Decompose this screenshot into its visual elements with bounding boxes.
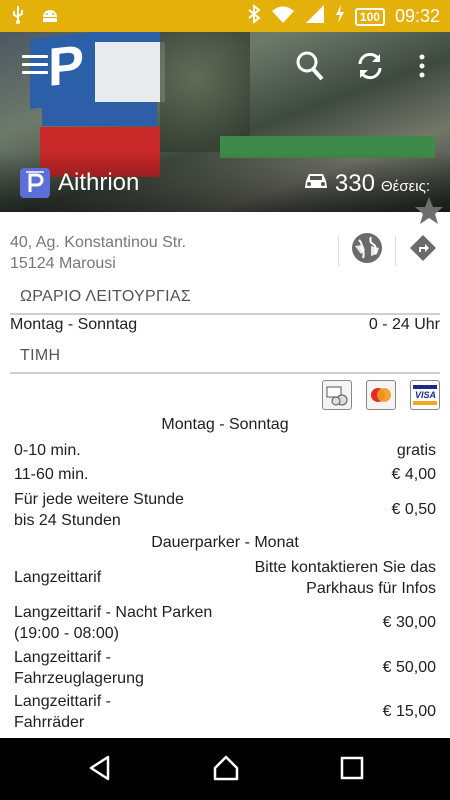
opening-hours: 0 - 24 Uhr xyxy=(368,316,440,333)
price-value: Bitte kontaktieren Sie das xyxy=(254,559,436,576)
price-label-line2: Fahrräder xyxy=(14,714,85,731)
car-icon xyxy=(303,171,329,196)
price-label: Für jede weitere Stunde xyxy=(14,491,184,508)
price-value: € 15,00 xyxy=(382,703,436,720)
price-value-line2: Parkhaus für Infos xyxy=(306,580,436,597)
wifi-icon xyxy=(271,4,295,29)
price-label: Langzeittarif - Nacht Parken xyxy=(14,604,213,621)
price-value: € 4,00 xyxy=(391,466,436,483)
bluetooth-icon xyxy=(247,3,261,29)
price-label: Langzeittarif - xyxy=(14,649,111,666)
price-row: Langzeittarif - Fahrzeuglagerung € 50,00 xyxy=(14,647,436,689)
opening-days: Montag - Sonntag xyxy=(10,316,138,333)
price-group-title: Dauerparker - Monat xyxy=(151,534,299,551)
opening-hours-row: Montag - Sonntag 0 - 24 Uhr xyxy=(10,316,440,334)
parking-title: Aithrion xyxy=(20,168,139,198)
usb-icon xyxy=(10,5,26,30)
globe-icon[interactable] xyxy=(351,232,383,269)
price-value: € 30,00 xyxy=(382,614,436,631)
charging-icon xyxy=(335,4,345,29)
price-label: Langzeittarif - xyxy=(14,693,111,710)
parking-name: Aithrion xyxy=(58,169,140,196)
more-options-icon[interactable] xyxy=(418,54,426,83)
price-group-title: Montag - Sonntag xyxy=(161,416,289,433)
battery-indicator: 100 xyxy=(354,7,385,26)
search-icon[interactable] xyxy=(295,50,325,87)
recent-apps-icon[interactable] xyxy=(340,754,364,787)
menu-icon[interactable] xyxy=(22,55,48,75)
price-value: € 50,00 xyxy=(382,659,436,676)
price-row: Langzeittarif - Fahrräder € 15,00 xyxy=(14,691,436,733)
price-value: gratis xyxy=(396,442,436,459)
price-row: Langzeittarif - Nacht Parken (19:00 - 08… xyxy=(14,602,436,644)
price-row: 11-60 min. € 4,00 xyxy=(14,464,436,485)
parking-icon xyxy=(20,168,50,198)
coins-card-icon xyxy=(322,380,352,410)
divider xyxy=(10,313,440,315)
favorite-star-icon[interactable] xyxy=(414,196,444,231)
visa-label: VISA xyxy=(415,390,437,400)
spaces-label: Θέσεις: xyxy=(380,178,430,195)
navigation-bar xyxy=(0,738,450,800)
visa-icon: VISA xyxy=(410,380,440,410)
price-heading: ΤΙΜΗ xyxy=(20,347,61,364)
android-icon xyxy=(40,5,60,30)
price-label-line2: Fahrzeuglagerung xyxy=(14,670,144,687)
directions-icon[interactable] xyxy=(408,233,438,268)
price-label-line2: (19:00 - 08:00) xyxy=(14,625,119,642)
opening-hours-heading: ΩΡΑΡΙΟ ΛΕΙΤΟΥΡΓΙΑΣ xyxy=(20,288,192,305)
price-label: 0-10 min. xyxy=(14,442,81,459)
price-label-line2: bis 24 Stunden xyxy=(14,512,121,529)
price-value: € 0,50 xyxy=(391,501,436,518)
price-row: Für jede weitere Stunde bis 24 Stunden €… xyxy=(14,489,436,531)
payment-methods: VISA xyxy=(322,380,440,410)
spaces-count: 330 Θέσεις: xyxy=(303,170,430,198)
address: 40, Ag. Konstantinou Str. 15124 Marousi xyxy=(10,232,186,274)
price-label: Langzeittarif xyxy=(14,569,102,586)
home-icon[interactable] xyxy=(212,754,240,787)
price-row: 0-10 min. gratis xyxy=(14,440,436,461)
refresh-icon[interactable] xyxy=(355,50,385,87)
back-icon[interactable] xyxy=(88,754,112,787)
status-bar: 100 09:32 xyxy=(0,0,450,32)
mastercard-icon xyxy=(366,380,396,410)
divider xyxy=(10,372,440,374)
signal-icon xyxy=(305,4,325,29)
address-line-1: 40, Ag. Konstantinou Str. xyxy=(10,234,187,251)
clock: 09:32 xyxy=(394,6,440,26)
price-label: 11-60 min. xyxy=(14,466,89,483)
spaces-number: 330 xyxy=(334,170,375,197)
address-line-2: 15124 Marousi xyxy=(10,255,116,272)
